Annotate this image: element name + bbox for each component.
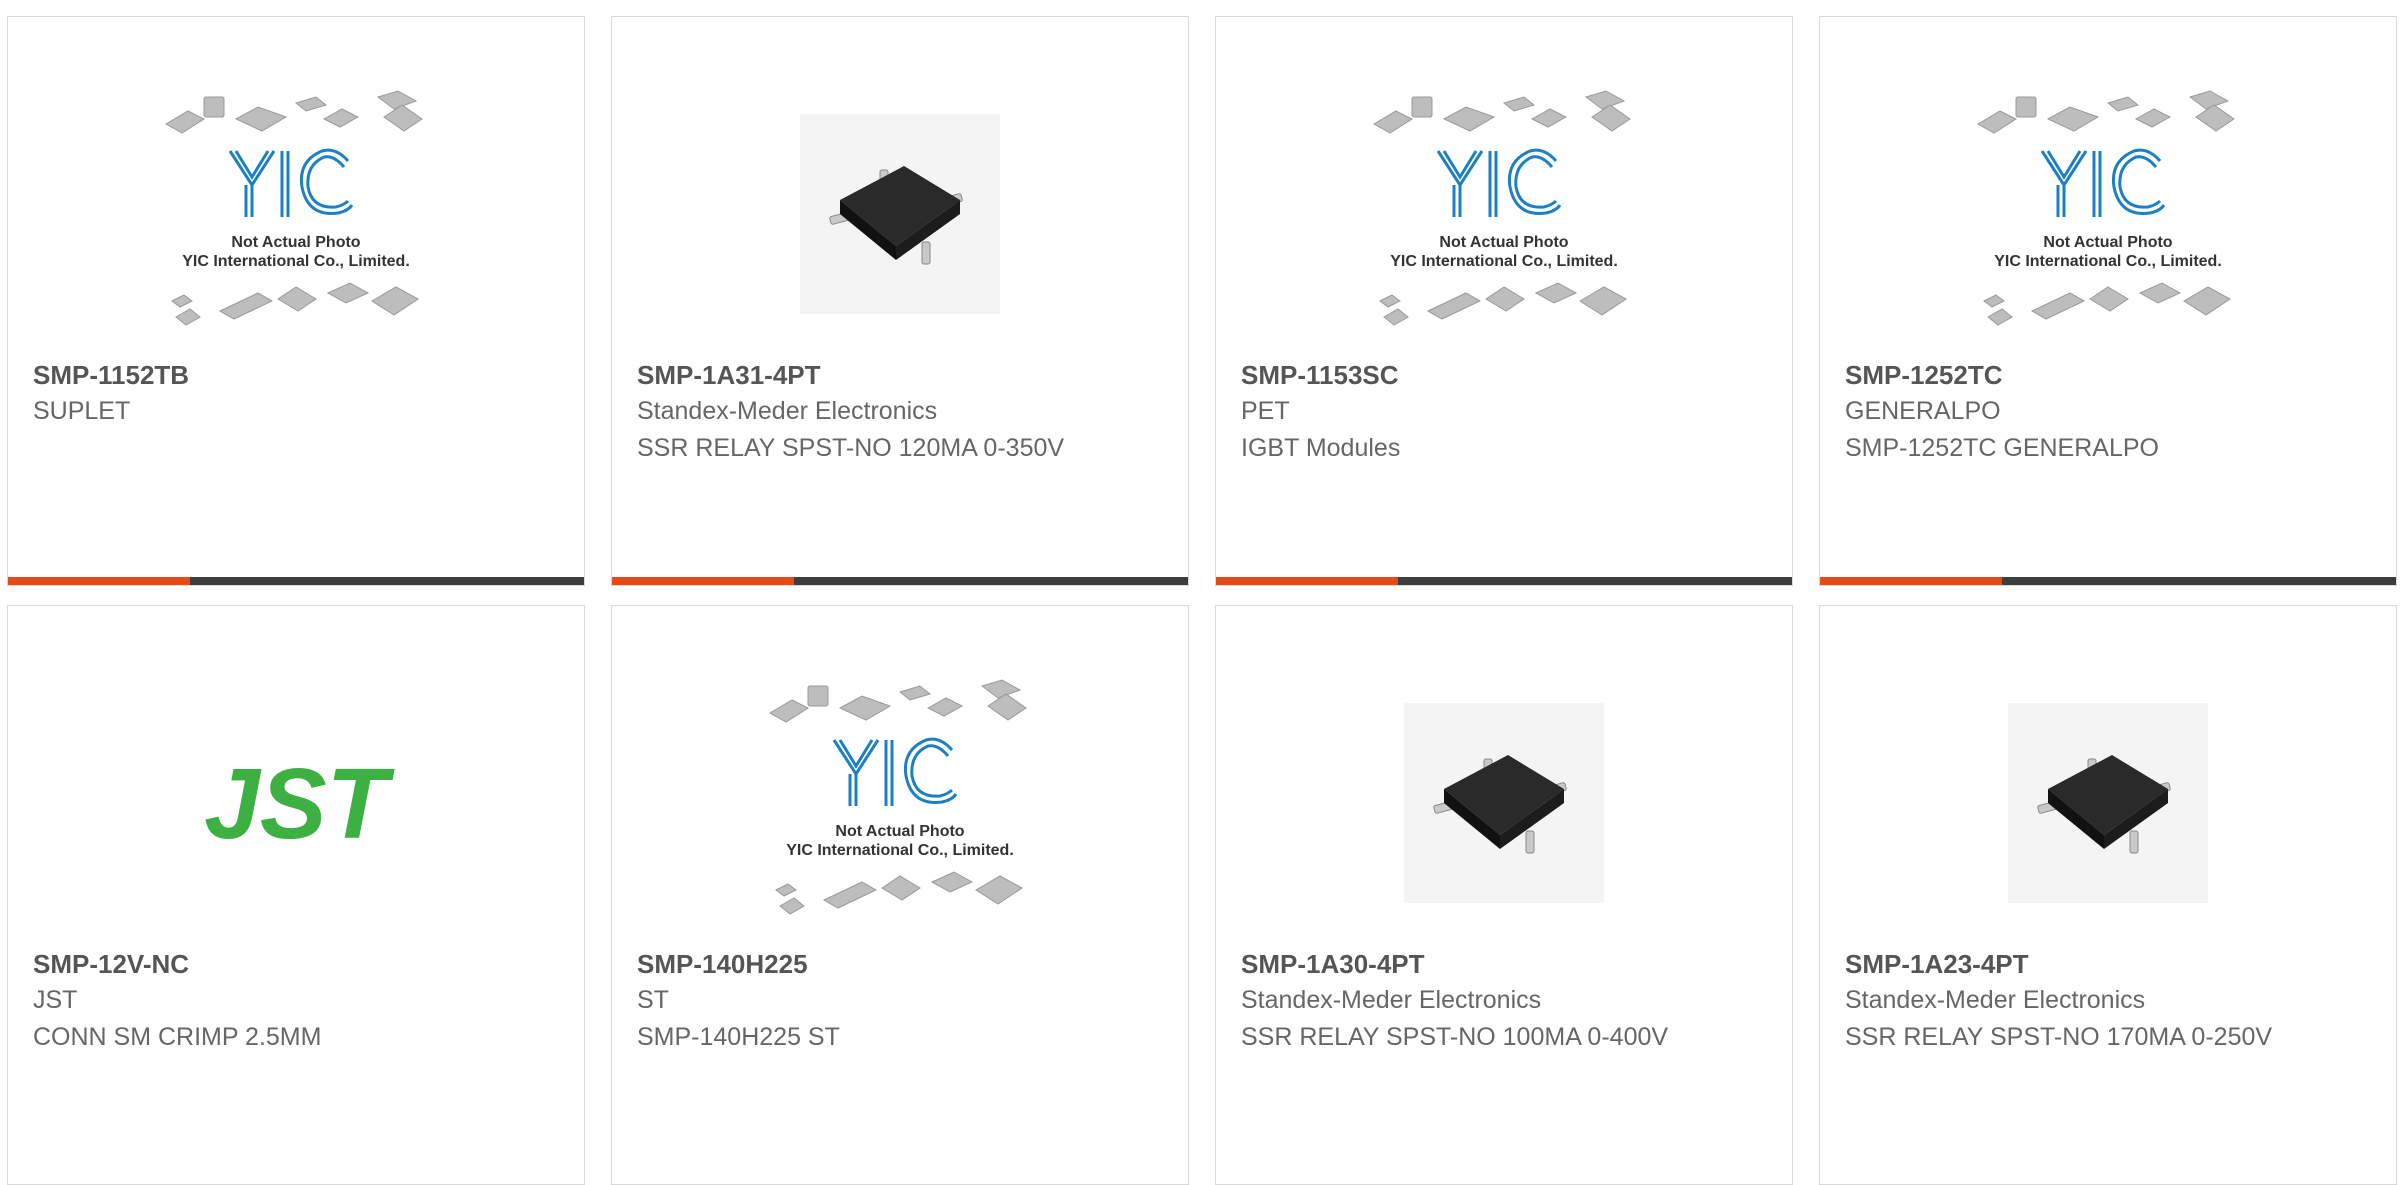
part-number-link[interactable]: SMP-140H225 [637, 946, 1088, 982]
product-image-placeholder[interactable]: Not Actual Photo YIC International Co., L… [1820, 69, 2396, 359]
product-card[interactable]: JST SMP-12V-NC JST CONN SM CRIMP 2.5MM [7, 605, 585, 1185]
svg-text:YIC International Co., Limited: YIC International Co., Limited. [1994, 253, 2222, 270]
product-description: SMP-140H225 ST [637, 1023, 840, 1051]
svg-text:Not Actual Photo: Not Actual Photo [1439, 234, 1568, 251]
svg-text:Not Actual Photo: Not Actual Photo [2043, 234, 2172, 251]
relay-photo-icon [1404, 703, 1604, 903]
product-description: IGBT Modules [1241, 434, 1401, 462]
svg-text:Not Actual Photo: Not Actual Photo [231, 234, 360, 251]
product-card[interactable]: SMP-1A23-4PT Standex-Meder Electronics S… [1819, 605, 2397, 1185]
product-card[interactable]: Not Actual Photo YIC International Co., L… [7, 16, 585, 586]
part-number-link[interactable]: SMP-1A30-4PT [1241, 946, 1692, 982]
product-card[interactable]: Not Actual Photo YIC International Co., L… [1215, 16, 1793, 586]
svg-text:YIC International Co., Limited: YIC International Co., Limited. [1390, 253, 1618, 270]
svg-text:YIC International Co., Limited: YIC International Co., Limited. [786, 842, 1014, 859]
part-number-link[interactable]: SMP-1153SC [1241, 357, 1692, 393]
part-number-link[interactable]: SMP-1152TB [33, 357, 484, 393]
yic-logo-icon: Not Actual Photo YIC International Co., L… [1976, 90, 2235, 326]
svg-text:YIC International Co., Limited: YIC International Co., Limited. [182, 253, 410, 270]
card-bottom-bar [612, 577, 1188, 585]
manufacturer: Standex-Meder Electronics [637, 397, 938, 425]
product-description: SSR RELAY SPST-NO 120MA 0-350V [637, 434, 1065, 462]
product-card[interactable]: SMP-1A31-4PT Standex-Meder Electronics S… [611, 16, 1189, 586]
product-card[interactable]: Not Actual Photo YIC International Co., L… [611, 605, 1189, 1185]
product-card[interactable]: SMP-1A30-4PT Standex-Meder Electronics S… [1215, 605, 1793, 1185]
product-image-placeholder[interactable]: Not Actual Photo YIC International Co., L… [8, 69, 584, 359]
product-image-placeholder[interactable]: Not Actual Photo YIC International Co., L… [612, 658, 1188, 948]
manufacturer: ST [637, 986, 669, 1014]
card-bottom-bar [8, 577, 584, 585]
manufacturer: PET [1241, 397, 1290, 425]
yic-logo-icon: Not Actual Photo YIC International Co., L… [1372, 90, 1631, 326]
part-number-link[interactable]: SMP-12V-NC [33, 946, 484, 982]
manufacturer: Standex-Meder Electronics [1845, 986, 2146, 1014]
svg-text:JST: JST [204, 748, 395, 860]
product-description: SSR RELAY SPST-NO 100MA 0-400V [1241, 1023, 1669, 1051]
relay-photo-icon [800, 114, 1000, 314]
product-image[interactable] [1820, 658, 2396, 948]
yic-logo-icon: Not Actual Photo YIC International Co., L… [768, 679, 1027, 915]
manufacturer: SUPLET [33, 397, 131, 425]
product-description: SMP-1252TC GENERALPO [1845, 434, 2159, 462]
part-number-link[interactable]: SMP-1A23-4PT [1845, 946, 2296, 982]
svg-text:Not Actual Photo: Not Actual Photo [835, 823, 964, 840]
card-bottom-bar [1216, 577, 1792, 585]
product-image[interactable] [612, 69, 1188, 359]
relay-photo-icon [2008, 703, 2208, 903]
product-description: CONN SM CRIMP 2.5MM [33, 1023, 322, 1051]
part-number-link[interactable]: SMP-1A31-4PT [637, 357, 1088, 393]
card-bottom-bar [1820, 577, 2396, 585]
product-image[interactable]: JST [8, 658, 584, 948]
product-image-placeholder[interactable]: Not Actual Photo YIC International Co., L… [1216, 69, 1792, 359]
jst-logo-icon: JST [204, 748, 395, 860]
yic-logo-icon: Not Actual Photo YIC International Co., L… [164, 90, 423, 326]
product-grid: Not Actual Photo YIC International Co., L… [0, 0, 2400, 1185]
manufacturer: Standex-Meder Electronics [1241, 986, 1542, 1014]
manufacturer: JST [33, 986, 78, 1014]
product-card[interactable]: Not Actual Photo YIC International Co., L… [1819, 16, 2397, 586]
manufacturer: GENERALPO [1845, 397, 2001, 425]
product-description: SSR RELAY SPST-NO 170MA 0-250V [1845, 1023, 2273, 1051]
product-image[interactable] [1216, 658, 1792, 948]
part-number-link[interactable]: SMP-1252TC [1845, 357, 2296, 393]
